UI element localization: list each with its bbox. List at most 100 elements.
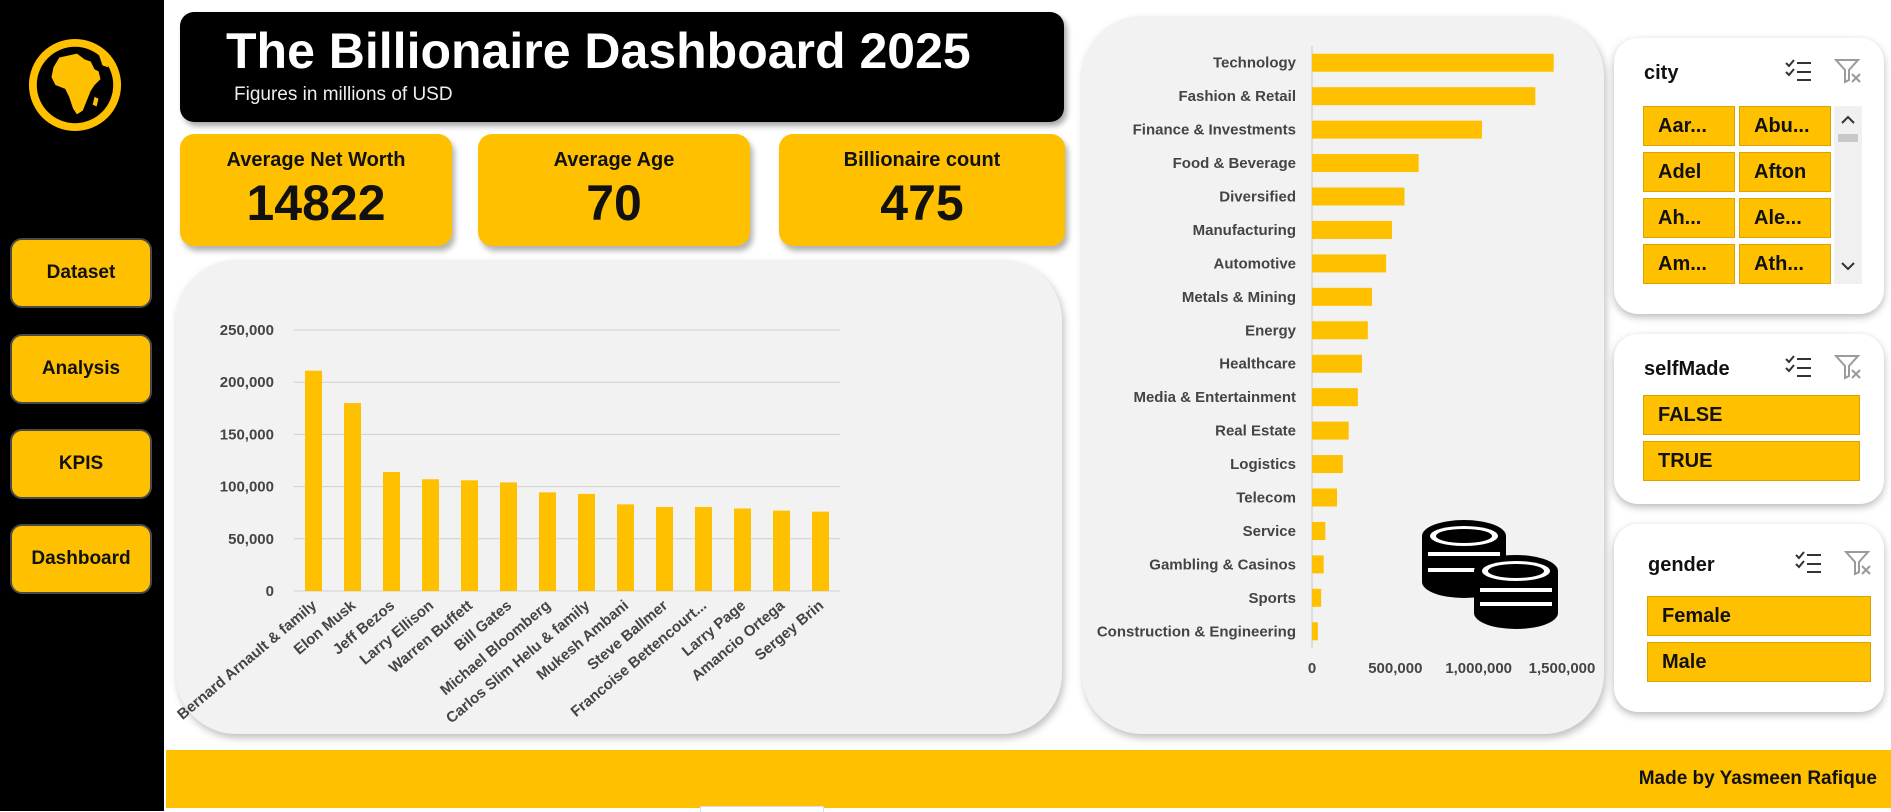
y-tick-label: 100,000 bbox=[220, 479, 274, 496]
bar bbox=[1312, 254, 1387, 273]
clear-filter-icon[interactable] bbox=[1843, 550, 1872, 581]
category-label: Service bbox=[1243, 523, 1296, 540]
slicer-item-city[interactable]: Am... bbox=[1643, 244, 1735, 284]
category-label: Finance & Investments bbox=[1133, 122, 1296, 139]
chevron-up-icon[interactable] bbox=[1834, 110, 1862, 130]
kpi-value: 475 bbox=[880, 175, 964, 231]
bar bbox=[1312, 321, 1368, 340]
slicer-item-city[interactable]: Afton bbox=[1739, 152, 1831, 192]
bar bbox=[1312, 421, 1349, 440]
bar bbox=[656, 506, 673, 591]
x-tick-label: 0 bbox=[1308, 660, 1316, 677]
y-tick-label: 150,000 bbox=[220, 426, 274, 443]
category-label: Technology bbox=[1213, 55, 1297, 72]
coin-stack-icon bbox=[1422, 520, 1558, 629]
category-label: Energy bbox=[1245, 322, 1297, 339]
bar bbox=[383, 471, 400, 591]
title-banner: The Billionaire Dashboard 2025 Figures i… bbox=[180, 12, 1064, 122]
page-subtitle: Figures in millions of USD bbox=[234, 84, 453, 105]
slicer-item-city[interactable]: Abu... bbox=[1739, 106, 1831, 146]
bar bbox=[1312, 521, 1326, 540]
slicer-item-city[interactable]: Ath... bbox=[1739, 244, 1831, 284]
kpi-label: Billionaire count bbox=[843, 149, 1001, 171]
bar bbox=[617, 504, 634, 591]
slicer-item-city[interactable]: Ah... bbox=[1643, 198, 1735, 238]
top-billionaires-bar-chart: 0 50,000 100,000 150,000 200,000 250,000 Berna… bbox=[176, 322, 840, 727]
x-tick-label: 1,500,000 bbox=[1529, 660, 1596, 677]
category-label: Healthcare bbox=[1219, 356, 1296, 373]
category-label: Manufacturing bbox=[1193, 222, 1296, 239]
x-tick-label: 1,000,000 bbox=[1445, 660, 1512, 677]
bar bbox=[1312, 187, 1405, 206]
globe-africa-icon bbox=[28, 38, 122, 132]
slicer-title: city bbox=[1644, 62, 1679, 84]
top-billionaires-chart-panel: 0 50,000 100,000 150,000 200,000 250,000 Berna… bbox=[176, 260, 1062, 734]
y-tick-label: 200,000 bbox=[220, 374, 274, 391]
clear-filter-icon[interactable] bbox=[1833, 58, 1862, 89]
scrollbar-thumb[interactable] bbox=[1838, 134, 1858, 142]
bar bbox=[773, 510, 790, 591]
bar bbox=[1312, 622, 1318, 641]
category-label: Food & Beverage bbox=[1173, 155, 1296, 172]
slicer-item-female[interactable]: Female bbox=[1647, 596, 1871, 636]
category-label: Construction & Engineering bbox=[1097, 623, 1296, 640]
category-label: Diversified bbox=[1219, 189, 1296, 206]
slicer-item-male[interactable]: Male bbox=[1647, 642, 1871, 682]
category-label: Media & Entertainment bbox=[1133, 389, 1296, 406]
bar bbox=[461, 480, 478, 591]
sheet-tab-marker bbox=[700, 806, 824, 812]
kpi-card-billionaire-count: Billionaire count 475 bbox=[779, 134, 1065, 246]
kpi-card-average-age: Average Age 70 bbox=[478, 134, 750, 246]
category-label: Fashion & Retail bbox=[1178, 88, 1296, 105]
bar bbox=[578, 493, 595, 591]
nav-dashboard-button[interactable]: Dashboard bbox=[10, 524, 152, 594]
bar bbox=[500, 482, 517, 591]
slicer-item-true[interactable]: TRUE bbox=[1643, 441, 1860, 481]
category-label: Metals & Mining bbox=[1182, 289, 1296, 306]
bar bbox=[1312, 588, 1322, 607]
kpi-label: Average Net Worth bbox=[226, 149, 406, 171]
category-label: Sports bbox=[1248, 590, 1296, 607]
slicer-scrollbar[interactable] bbox=[1834, 106, 1862, 284]
bar bbox=[1312, 455, 1343, 474]
bar bbox=[1312, 354, 1362, 373]
category-label: Real Estate bbox=[1215, 423, 1296, 440]
kpi-value: 14822 bbox=[246, 175, 386, 231]
bar bbox=[1312, 53, 1554, 72]
category-label: Telecom bbox=[1236, 490, 1296, 507]
x-tick-label: Bernard Arnault & family bbox=[176, 597, 321, 724]
page-title: The Billionaire Dashboard 2025 bbox=[226, 23, 971, 79]
industry-chart-panel: Technology Fashion & Retail Finance & Inve… bbox=[1082, 16, 1604, 734]
kpi-label: Average Age bbox=[553, 149, 675, 171]
slicer-item-city[interactable]: Adel bbox=[1643, 152, 1735, 192]
bar bbox=[695, 506, 712, 591]
multi-select-icon[interactable] bbox=[1794, 550, 1822, 581]
slicer-item-city[interactable]: Aar... bbox=[1643, 106, 1735, 146]
bar bbox=[812, 511, 829, 591]
category-label: Logistics bbox=[1230, 456, 1296, 473]
clear-filter-icon[interactable] bbox=[1833, 354, 1862, 385]
nav-kpis-button[interactable]: KPIS bbox=[10, 429, 152, 499]
slicer-title: selfMade bbox=[1644, 358, 1730, 380]
slicer-item-city[interactable]: Ale... bbox=[1739, 198, 1831, 238]
bar bbox=[539, 492, 556, 591]
bar bbox=[1312, 154, 1419, 173]
slicer-item-false[interactable]: FALSE bbox=[1643, 395, 1860, 435]
footer-bar: Made by Yasmeen Rafique bbox=[166, 750, 1891, 808]
bar bbox=[1312, 287, 1372, 306]
bar bbox=[1312, 555, 1324, 574]
y-tick-label: 250,000 bbox=[220, 322, 274, 339]
sidebar: Dataset Analysis KPIS Dashboard bbox=[0, 0, 164, 811]
bar bbox=[1312, 488, 1337, 507]
bar bbox=[422, 479, 439, 591]
chevron-down-icon[interactable] bbox=[1834, 256, 1862, 276]
nav-dataset-button[interactable]: Dataset bbox=[10, 238, 152, 308]
multi-select-icon[interactable] bbox=[1784, 354, 1812, 385]
bar bbox=[1312, 87, 1536, 106]
multi-select-icon[interactable] bbox=[1784, 58, 1812, 89]
nav-analysis-button[interactable]: Analysis bbox=[10, 334, 152, 404]
kpi-value: 70 bbox=[586, 175, 642, 231]
bar bbox=[1312, 120, 1482, 139]
footer-credit: Made by Yasmeen Rafique bbox=[1638, 768, 1877, 789]
kpi-card-net-worth: Average Net Worth 14822 bbox=[180, 134, 452, 246]
